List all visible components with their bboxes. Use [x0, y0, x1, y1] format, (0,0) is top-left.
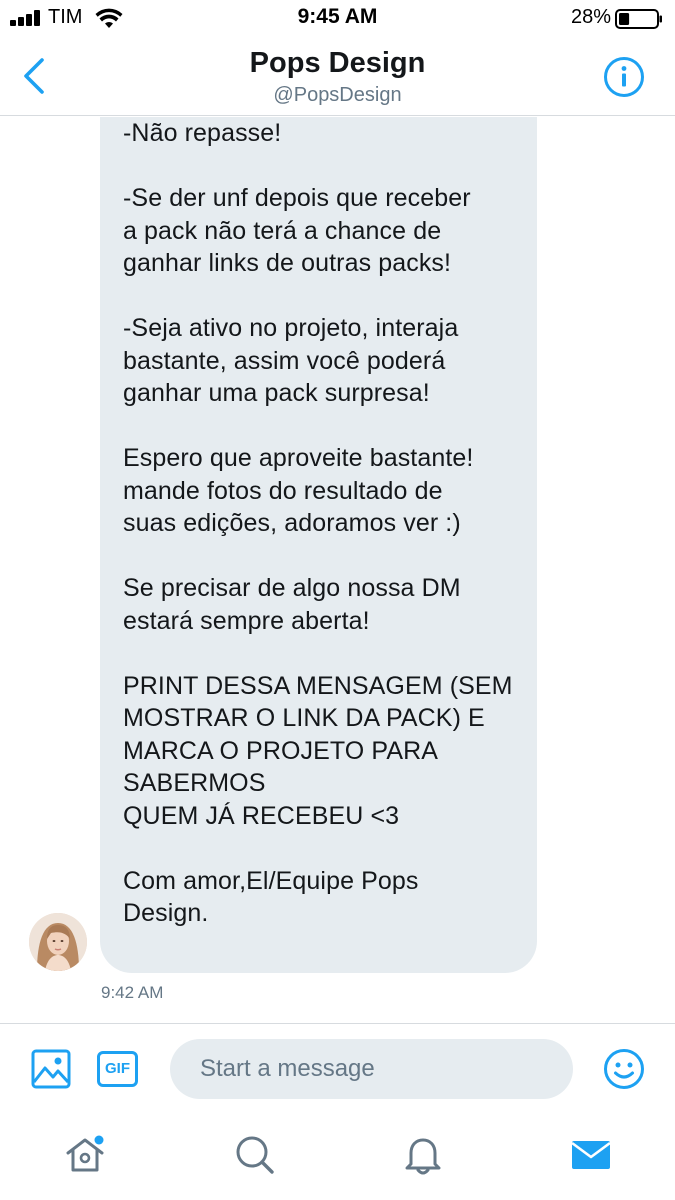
message-paragraph: Espero que aproveite bastante! mande fot… — [123, 444, 474, 537]
conversation-handle: @PopsDesign — [273, 84, 402, 106]
tab-bar — [0, 1111, 675, 1200]
conversation-title[interactable]: Pops Design — [0, 47, 675, 80]
tab-notifications[interactable] — [401, 1133, 445, 1177]
status-bar: TIM 9:45 AM 28% — [0, 0, 675, 38]
avatar[interactable] — [29, 913, 87, 971]
message-paragraph: Se precisar de algo nossa DM estará semp… — [123, 574, 461, 635]
gif-button[interactable]: GIF — [97, 1051, 138, 1087]
home-icon — [66, 1138, 104, 1172]
info-icon — [604, 57, 644, 97]
conversation-header: Pops Design @PopsDesign — [0, 38, 675, 116]
smiley-icon — [604, 1049, 644, 1089]
message-paragraph: -Não repasse! — [123, 119, 282, 147]
message-composer: GIF — [0, 1023, 675, 1111]
message-paragraph: Com amor,El/Equipe Pops Design. — [123, 866, 419, 928]
message-timestamp: 9:42 AM — [101, 983, 164, 1002]
message-text: -Não repasse! -Se der unf depois que rec… — [123, 117, 523, 930]
info-button[interactable] — [603, 56, 645, 98]
tab-home[interactable] — [63, 1133, 107, 1177]
message-input[interactable] — [170, 1039, 573, 1099]
tab-search[interactable] — [233, 1133, 277, 1177]
battery-percentage: 28% — [570, 6, 611, 28]
media-button[interactable] — [31, 1049, 71, 1089]
image-icon — [31, 1049, 71, 1089]
message-paragraph: PRINT DESSA MENSAGEM (SEM MOSTRAR O LINK… — [123, 671, 513, 830]
mail-icon — [571, 1141, 611, 1169]
emoji-button[interactable] — [603, 1048, 645, 1090]
bell-icon — [405, 1138, 441, 1175]
message-paragraph: -Se der unf depois que receber a pack nã… — [123, 184, 471, 277]
battery-icon — [615, 9, 662, 29]
message-thread[interactable]: -Não repasse! -Se der unf depois que rec… — [0, 117, 675, 1023]
search-icon — [236, 1136, 274, 1174]
message-paragraph: -Seja ativo no projeto, interaja bastant… — [123, 314, 459, 407]
tab-messages[interactable] — [569, 1133, 613, 1177]
notification-dot — [94, 1135, 104, 1145]
